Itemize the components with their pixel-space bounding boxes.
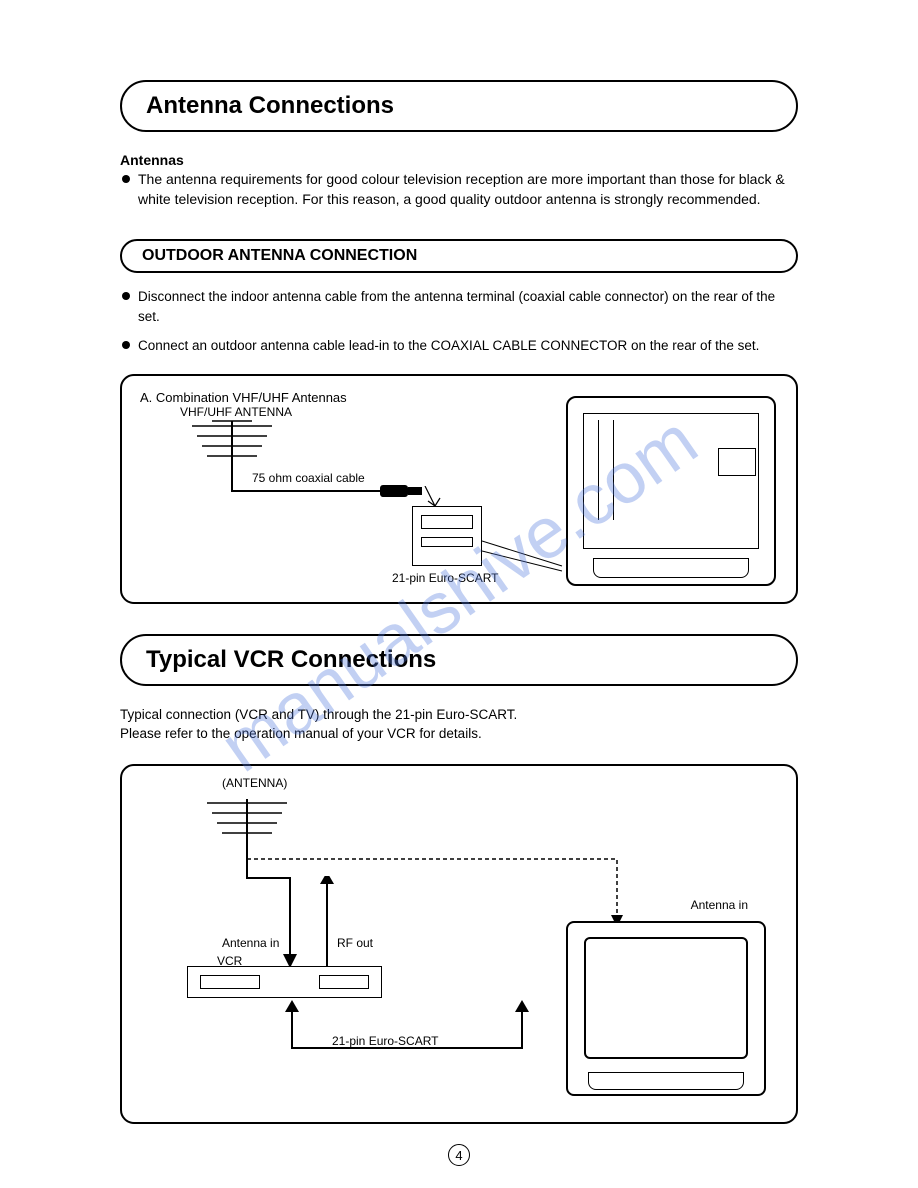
rf-out-label: RF out [337,936,373,950]
bullet-icon [122,175,130,183]
line-icon [245,858,305,978]
section-title-vcr: Typical VCR Connections [120,634,798,686]
section-title-antenna: Antenna Connections [120,80,798,132]
antennas-paragraph-row: The antenna requirements for good colour… [120,170,798,209]
title-text: Antenna Connections [146,92,772,120]
antenna-in-label: Antenna in [222,936,279,950]
figure-vcr-connection: (ANTENNA) Antenna in RF out Antenna in (… [120,764,798,1124]
cable-label: 75 ohm coaxial cable [252,471,365,485]
tv-rear-illustration [566,396,776,586]
bullet-text: Disconnect the indoor antenna cable from… [138,287,798,328]
bullet-text: Connect an outdoor antenna cable lead-in… [138,336,759,356]
subtitle-text: OUTDOOR ANTENNA CONNECTION [142,247,776,265]
vcr-illustration [187,966,382,998]
antenna-in-tv-label: Antenna in [691,898,748,912]
dashed-line-icon [247,851,647,931]
bullet-icon [122,292,130,300]
bullet-row: Disconnect the indoor antenna cable from… [120,287,798,328]
arrow-icon [420,486,450,516]
intro-line2: Please refer to the operation manual of … [120,726,482,741]
figure-antenna-connection: A. Combination VHF/UHF Antennas VHF/UHF … [120,374,798,604]
scart-cable-icon [282,998,542,1068]
antennas-subheading: Antennas [120,152,798,168]
line-icon [317,876,357,976]
title-text: Typical VCR Connections [146,646,772,674]
vcr-intro: Typical connection (VCR and TV) through … [120,706,798,744]
tv-front-illustration [566,921,766,1096]
outdoor-antenna-heading: OUTDOOR ANTENNA CONNECTION [120,239,798,273]
page-number: 4 [448,1144,470,1166]
intro-line1: Typical connection (VCR and TV) through … [120,707,517,722]
antennas-paragraph: The antenna requirements for good colour… [138,170,798,209]
antenna-label: (ANTENNA) [222,776,287,790]
scart-label: 21-pin Euro-SCART [332,1034,439,1048]
bullet-icon [122,341,130,349]
outdoor-bullets: Disconnect the indoor antenna cable from… [120,287,798,356]
bullet-row: Connect an outdoor antenna cable lead-in… [120,336,798,356]
